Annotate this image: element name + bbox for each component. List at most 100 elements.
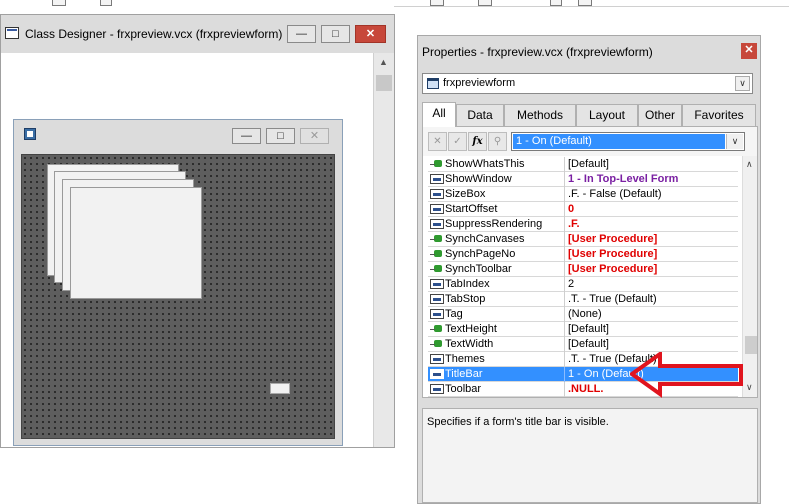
property-name: TabIndex bbox=[445, 278, 490, 290]
method-icon bbox=[430, 264, 444, 274]
method-icon bbox=[430, 339, 444, 349]
property-row[interactable]: SuppressRendering .F. bbox=[428, 217, 738, 232]
property-row[interactable]: SynchCanvases [User Procedure] bbox=[428, 232, 738, 247]
chevron-down-icon[interactable]: ∨ bbox=[735, 76, 750, 91]
properties-title: Properties - frxpreview.vcx (frxpreviewf… bbox=[422, 45, 653, 59]
zoom-icon[interactable]: ⚲ bbox=[488, 132, 507, 151]
properties-window: Properties - frxpreview.vcx (frxpreviewf… bbox=[417, 35, 761, 504]
tab-all[interactable]: All bbox=[422, 102, 456, 127]
property-icon bbox=[430, 384, 444, 394]
class-designer-scrollbar[interactable]: ▲ bbox=[373, 53, 394, 447]
property-icon bbox=[430, 294, 444, 304]
maximize-button[interactable]: □ bbox=[321, 25, 350, 43]
scroll-up-icon[interactable]: ▲ bbox=[379, 57, 388, 67]
minimize-button[interactable]: — bbox=[287, 25, 316, 43]
close-icon: ✕ bbox=[744, 44, 754, 56]
property-row[interactable]: Tag (None) bbox=[428, 307, 738, 322]
property-value[interactable]: 0 bbox=[568, 202, 574, 216]
form-icon bbox=[427, 78, 439, 89]
close-icon: ✕ bbox=[309, 130, 320, 142]
property-name: Themes bbox=[445, 353, 485, 365]
property-icon bbox=[430, 189, 444, 199]
tab-other[interactable]: Other bbox=[638, 104, 682, 126]
form-close-button[interactable]: ✕ bbox=[300, 128, 329, 144]
property-name: SynchToolbar bbox=[445, 263, 512, 275]
maximize-icon: □ bbox=[277, 130, 284, 142]
property-row[interactable]: SynchPageNo [User Procedure] bbox=[428, 247, 738, 262]
close-button[interactable]: ✕ bbox=[355, 25, 386, 43]
properties-close-button[interactable]: ✕ bbox=[741, 43, 757, 59]
form-icon bbox=[24, 128, 36, 140]
toolbar-button-fragment[interactable] bbox=[100, 0, 112, 6]
tab-data[interactable]: Data bbox=[456, 104, 504, 126]
scroll-down-icon[interactable]: ∨ bbox=[746, 382, 753, 393]
property-row[interactable]: ShowWindow 1 - In Top-Level Form bbox=[428, 172, 738, 187]
property-value[interactable]: [Default] bbox=[568, 322, 609, 336]
property-row[interactable]: StartOffset 0 bbox=[428, 202, 738, 217]
class-designer-titlebar[interactable]: Class Designer - frxpreview.vcx (frxprev… bbox=[1, 15, 394, 53]
designed-form-titlebar[interactable]: — □ ✕ bbox=[14, 120, 342, 150]
method-icon bbox=[430, 249, 444, 259]
method-icon bbox=[430, 159, 444, 169]
class-designer-window: Class Designer - frxpreview.vcx (frxprev… bbox=[0, 14, 395, 448]
fx-icon[interactable]: fx bbox=[468, 132, 487, 151]
property-icon bbox=[430, 279, 444, 289]
close-icon: ✕ bbox=[365, 28, 376, 40]
accept-icon[interactable]: ✓ bbox=[448, 132, 467, 151]
cancel-icon[interactable]: ✕ bbox=[428, 132, 447, 151]
property-value[interactable]: 1 - In Top-Level Form bbox=[568, 172, 678, 186]
property-value[interactable]: 2 bbox=[568, 277, 574, 291]
property-name: ShowWhatsThis bbox=[445, 158, 525, 170]
red-arrow-annotation bbox=[630, 352, 743, 398]
form-minimize-button[interactable]: — bbox=[232, 128, 261, 144]
property-description: Specifies if a form's title bar is visib… bbox=[422, 408, 758, 503]
property-value[interactable]: [Default] bbox=[568, 157, 609, 171]
property-value[interactable]: [User Procedure] bbox=[568, 247, 657, 261]
property-tabs: All Data Methods Layout Other Favorites bbox=[422, 102, 758, 127]
property-value[interactable]: [User Procedure] bbox=[568, 262, 657, 276]
property-row[interactable]: TabStop .T. - True (Default) bbox=[428, 292, 738, 307]
chevron-down-icon[interactable]: ∨ bbox=[726, 134, 743, 149]
property-row[interactable]: SynchToolbar [User Procedure] bbox=[428, 262, 738, 277]
property-value[interactable]: .F. - False (Default) bbox=[568, 187, 662, 201]
property-row[interactable]: SizeBox .F. - False (Default) bbox=[428, 187, 738, 202]
property-value[interactable]: .T. - True (Default) bbox=[568, 292, 657, 306]
property-row[interactable]: TextWidth [Default] bbox=[428, 337, 738, 352]
window-icon bbox=[5, 27, 19, 39]
property-value[interactable]: .F. bbox=[568, 217, 580, 231]
property-name: ShowWindow bbox=[445, 173, 512, 185]
scroll-thumb[interactable] bbox=[745, 336, 757, 354]
property-name: TextHeight bbox=[445, 323, 497, 335]
form-maximize-button[interactable]: □ bbox=[266, 128, 295, 144]
object-selector-value: frxpreviewform bbox=[443, 77, 516, 89]
canvas-control[interactable] bbox=[70, 187, 202, 299]
property-name: TabStop bbox=[445, 293, 486, 305]
property-value[interactable]: [Default] bbox=[568, 337, 609, 351]
property-name: SynchCanvases bbox=[445, 233, 525, 245]
property-row[interactable]: TabIndex 2 bbox=[428, 277, 738, 292]
property-name: TitleBar bbox=[445, 368, 483, 380]
designed-form[interactable]: — □ ✕ bbox=[13, 119, 343, 446]
property-value-text[interactable]: 1 - On (Default) bbox=[513, 134, 725, 149]
property-name: TextWidth bbox=[445, 338, 494, 350]
tab-methods[interactable]: Methods bbox=[504, 104, 576, 126]
small-control[interactable] bbox=[270, 383, 290, 394]
property-value-toolbar: ✕ ✓ fx ⚲ 1 - On (Default) ∨ bbox=[422, 126, 758, 156]
form-canvas[interactable] bbox=[21, 154, 335, 439]
property-value-combo[interactable]: 1 - On (Default) ∨ bbox=[511, 132, 745, 151]
property-icon bbox=[430, 369, 444, 379]
object-selector[interactable]: frxpreviewform ∨ bbox=[422, 73, 753, 94]
property-row[interactable]: ShowWhatsThis [Default] bbox=[428, 157, 738, 172]
property-value[interactable]: (None) bbox=[568, 307, 602, 321]
toolbar-button-fragment[interactable] bbox=[52, 0, 66, 6]
minimize-icon: — bbox=[241, 130, 252, 142]
property-row[interactable]: TextHeight [Default] bbox=[428, 322, 738, 337]
property-name: SuppressRendering bbox=[445, 218, 543, 230]
property-name: SizeBox bbox=[445, 188, 486, 200]
scroll-thumb[interactable] bbox=[376, 75, 392, 91]
tab-layout[interactable]: Layout bbox=[576, 104, 638, 126]
tab-favorites[interactable]: Favorites bbox=[682, 104, 756, 126]
scroll-up-icon[interactable]: ∧ bbox=[746, 159, 753, 170]
property-value[interactable]: [User Procedure] bbox=[568, 232, 657, 246]
property-value[interactable]: .NULL. bbox=[568, 382, 603, 396]
